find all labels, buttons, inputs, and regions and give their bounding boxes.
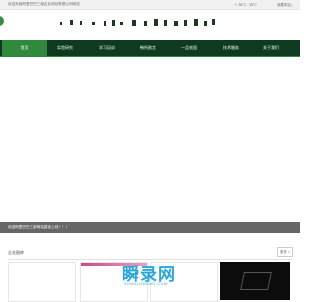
more-button[interactable]: 更多 > xyxy=(277,247,293,257)
nav-item-forum[interactable]: 畅所欲言 xyxy=(128,40,168,56)
main-nav: 首页 实验研究 学习培训 畅所欲言 一品农园 技术服务 关于我们 xyxy=(0,40,300,56)
nav-item-farm[interactable]: 一品农园 xyxy=(168,40,210,56)
gallery-thumb-1[interactable] xyxy=(8,262,76,302)
thumb-device-image xyxy=(240,272,272,290)
nav-divider xyxy=(0,56,300,57)
logo-banner-image xyxy=(60,19,215,26)
gallery-thumb-4[interactable] xyxy=(220,262,290,300)
weather-widget: ☀ 28°C - 33°C xyxy=(234,2,257,7)
welcome-text: 欢迎光临阿里巴巴三部企业网站有限公司网站 xyxy=(8,2,80,6)
top-bar: 欢迎光临阿里巴巴三部企业网站有限公司网站 ☀ 28°C - 33°C 收藏本站 … xyxy=(0,0,300,10)
notice-text: 欢迎阿里巴巴三部网站建设上线！！！ xyxy=(8,225,70,229)
sun-icon: ☀ xyxy=(234,2,238,7)
watermark-url: SHUNLUWANG.COM xyxy=(124,282,168,286)
nav-item-training[interactable]: 学习培训 xyxy=(86,40,128,56)
gallery-title: 企业图库 xyxy=(8,250,24,255)
nav-item-service[interactable]: 技术服务 xyxy=(210,40,252,56)
nav-item-about[interactable]: 关于我们 xyxy=(250,40,292,56)
favorite-link[interactable]: 收藏本站 | xyxy=(277,2,292,7)
watermark: 瞬录网 SHUNLUWANG.COM xyxy=(118,258,198,298)
nav-item-research[interactable]: 实验研究 xyxy=(44,40,86,56)
weather-temp: 28°C - 33°C xyxy=(238,3,257,7)
notice-bar: 欢迎阿里巴巴三部网站建设上线！！！ xyxy=(0,222,300,233)
nav-item-home[interactable]: 首页 xyxy=(2,40,47,56)
